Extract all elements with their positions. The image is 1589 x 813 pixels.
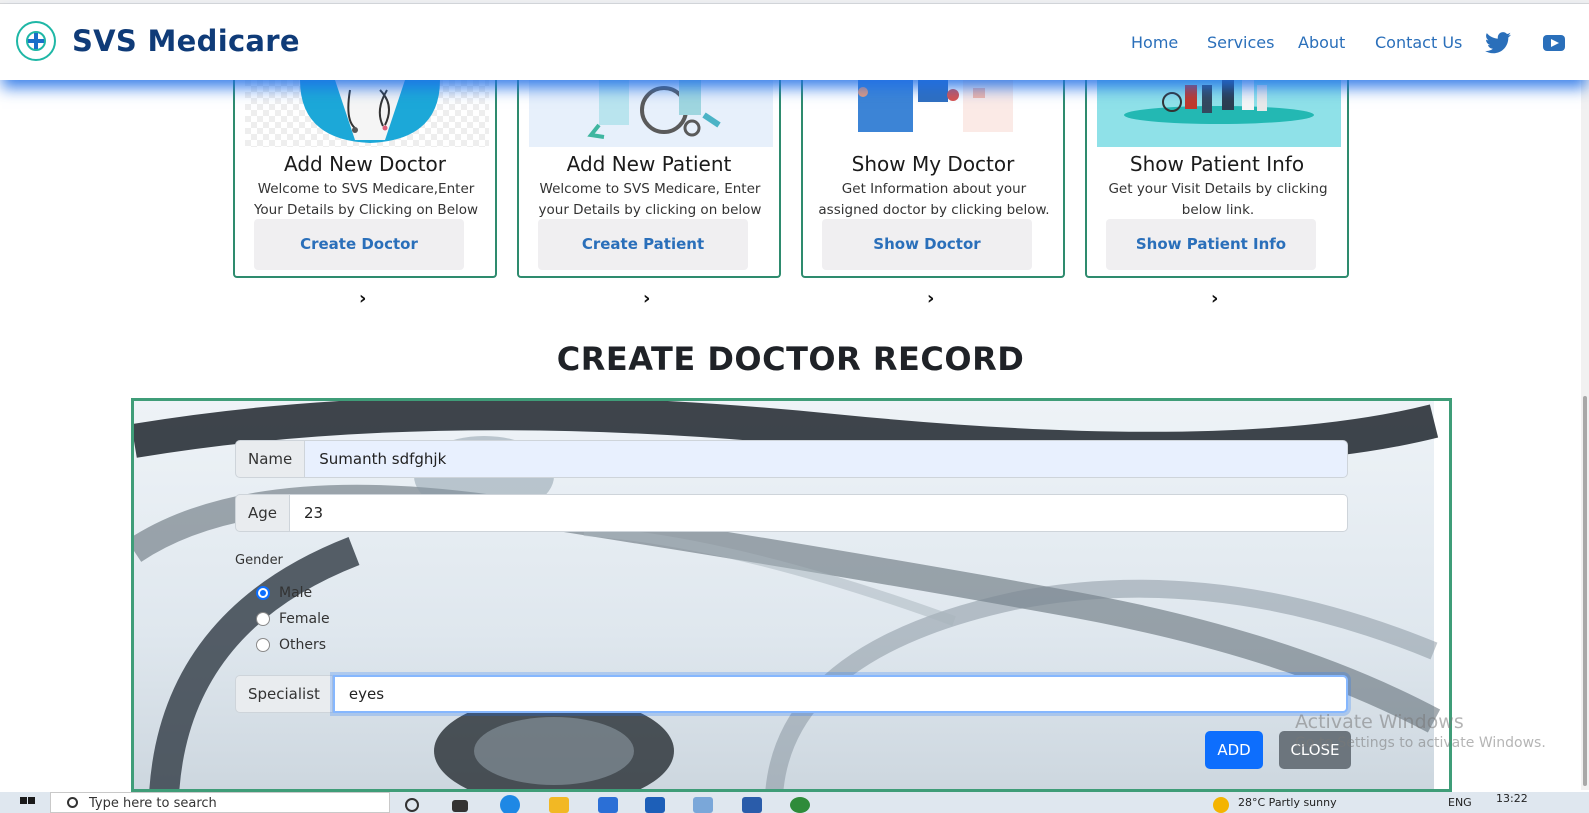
twitter-icon[interactable] xyxy=(1485,32,1511,54)
doctor-illustration xyxy=(245,80,489,147)
app-icon[interactable] xyxy=(693,797,713,813)
gender-option-others[interactable]: Others xyxy=(256,637,326,653)
chevron-right-icon[interactable]: › xyxy=(643,288,650,309)
medicare-logo-icon[interactable] xyxy=(16,21,56,61)
taskbar-search[interactable]: Type here to search xyxy=(50,792,390,813)
nav-about[interactable]: About xyxy=(1298,33,1345,52)
brand-name[interactable]: SVS Medicare xyxy=(72,24,300,58)
activate-windows-subtitle: Go to Settings to activate Windows. xyxy=(1295,735,1546,751)
patient-illustration xyxy=(529,80,773,147)
card-add-new-doctor: Add New Doctor Welcome to SVS Medicare,E… xyxy=(233,80,497,278)
radio-male[interactable] xyxy=(256,586,270,600)
card-title: Add New Doctor xyxy=(284,152,446,176)
card-text: Get Information about your assigned doct… xyxy=(818,181,1050,218)
weather-text[interactable]: 28°C Partly sunny xyxy=(1238,796,1337,809)
radio-others[interactable] xyxy=(256,638,270,652)
create-doctor-button[interactable]: Create Doctor xyxy=(254,219,464,270)
app-icon[interactable] xyxy=(742,797,762,813)
specialist-field: Specialist xyxy=(235,675,1348,713)
nav-home[interactable]: Home xyxy=(1131,33,1178,52)
cortana-icon[interactable] xyxy=(405,798,419,812)
activate-windows-title: Activate Windows xyxy=(1295,711,1464,733)
search-icon xyxy=(67,797,78,808)
scrollbar-thumb[interactable] xyxy=(1583,396,1587,786)
clock[interactable]: 13:22 xyxy=(1496,792,1528,805)
name-field: Name xyxy=(235,440,1348,478)
mail-icon[interactable] xyxy=(645,797,665,813)
file-explorer-icon[interactable] xyxy=(549,797,569,813)
store-icon[interactable] xyxy=(598,797,618,813)
edge-browser-icon[interactable] xyxy=(500,795,520,813)
language-indicator[interactable]: ENG xyxy=(1448,796,1472,809)
youtube-icon[interactable] xyxy=(1543,35,1565,51)
gender-option-female[interactable]: Female xyxy=(256,611,330,627)
specialist-label: Specialist xyxy=(235,675,333,713)
card-add-new-patient: Add New Patient Welcome to SVS Medicare,… xyxy=(517,80,781,278)
navbar: SVS Medicare Home Services About Contact… xyxy=(0,4,1589,80)
show-patient-info-button[interactable]: Show Patient Info xyxy=(1106,219,1316,270)
add-button[interactable]: ADD xyxy=(1205,731,1263,769)
windows-start-icon[interactable] xyxy=(20,797,36,813)
chevron-right-icon[interactable]: › xyxy=(359,288,366,309)
gender-option-male[interactable]: Male xyxy=(256,585,312,601)
patient-info-illustration xyxy=(1097,80,1341,147)
chevron-right-icon[interactable]: › xyxy=(927,288,934,309)
age-field: Age xyxy=(235,494,1348,532)
search-placeholder: Type here to search xyxy=(89,796,217,811)
show-doctor-button[interactable]: Show Doctor xyxy=(822,219,1032,270)
card-show-patient-info: Show Patient Info Get your Visit Details… xyxy=(1085,80,1349,278)
name-label: Name xyxy=(235,440,306,478)
radio-female[interactable] xyxy=(256,612,270,626)
nav-contact-us[interactable]: Contact Us xyxy=(1375,33,1462,52)
card-show-my-doctor: Show My Doctor Get Information about you… xyxy=(801,80,1065,278)
specialist-input[interactable] xyxy=(332,675,1348,713)
my-doctor-illustration xyxy=(813,80,1057,147)
windows-taskbar: Type here to search 28°C Partly sunny EN… xyxy=(0,792,1589,813)
page-title: CREATE DOCTOR RECORD xyxy=(556,340,1025,378)
radio-label: Male xyxy=(279,585,313,601)
age-label: Age xyxy=(235,494,291,532)
create-doctor-form: Name Age Gender Male Female Others Speci… xyxy=(131,398,1452,792)
nav-services[interactable]: Services xyxy=(1207,33,1274,52)
radio-label: Others xyxy=(279,637,327,653)
chevron-right-icon[interactable]: › xyxy=(1211,288,1218,309)
name-input[interactable] xyxy=(305,440,1348,478)
create-patient-button[interactable]: Create Patient xyxy=(538,219,748,270)
app-icon[interactable] xyxy=(790,797,810,813)
age-input[interactable] xyxy=(290,494,1348,532)
card-title: Add New Patient xyxy=(566,152,732,176)
gender-label: Gender xyxy=(235,553,283,568)
weather-icon xyxy=(1213,797,1229,813)
radio-label: Female xyxy=(279,611,330,627)
task-view-icon[interactable] xyxy=(452,800,468,812)
card-text: Get your Visit Details by clicking below… xyxy=(1108,181,1328,218)
card-title: Show My Doctor xyxy=(851,152,1015,176)
card-title: Show Patient Info xyxy=(1129,152,1305,176)
